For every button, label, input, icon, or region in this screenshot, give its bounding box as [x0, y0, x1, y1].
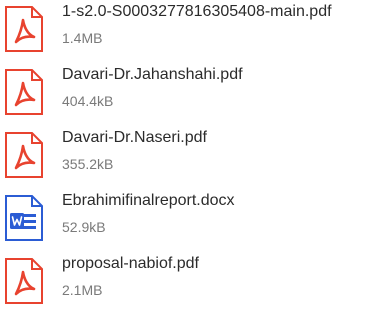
pdf-icon: [4, 258, 44, 304]
pdf-icon: [4, 6, 44, 52]
file-item-davari-dr-naseri-pdf[interactable]: Davari-Dr.Naseri.pdf 355.2kB: [0, 126, 391, 184]
file-name: Ebrahimifinalreport.docx: [62, 192, 235, 209]
file-item-1-s2-0-main-pdf[interactable]: 1-s2.0-S0003277816305408-main.pdf 1.4MB: [0, 0, 391, 58]
file-item-proposal-nabiof-pdf[interactable]: proposal-nabiof.pdf 2.1MB: [0, 252, 391, 310]
pdf-icon: [4, 69, 44, 115]
word-doc-icon: [4, 195, 44, 241]
file-item-ebrahimifinalreport-docx[interactable]: Ebrahimifinalreport.docx 52.9kB: [0, 189, 391, 247]
pdf-icon: [4, 132, 44, 178]
file-size: 2.1MB: [62, 282, 103, 298]
file-list: 1-s2.0-S0003277816305408-main.pdf 1.4MB …: [0, 0, 391, 312]
file-name: Davari-Dr.Jahanshahi.pdf: [62, 66, 243, 83]
file-size: 404.4kB: [62, 93, 114, 109]
file-size: 52.9kB: [62, 219, 106, 235]
file-name: Davari-Dr.Naseri.pdf: [62, 129, 207, 146]
file-size: 1.4MB: [62, 30, 103, 46]
file-name: 1-s2.0-S0003277816305408-main.pdf: [62, 3, 332, 20]
file-name: proposal-nabiof.pdf: [62, 255, 199, 272]
file-item-davari-dr-jahanshahi-pdf[interactable]: Davari-Dr.Jahanshahi.pdf 404.4kB: [0, 63, 391, 121]
file-size: 355.2kB: [62, 156, 114, 172]
